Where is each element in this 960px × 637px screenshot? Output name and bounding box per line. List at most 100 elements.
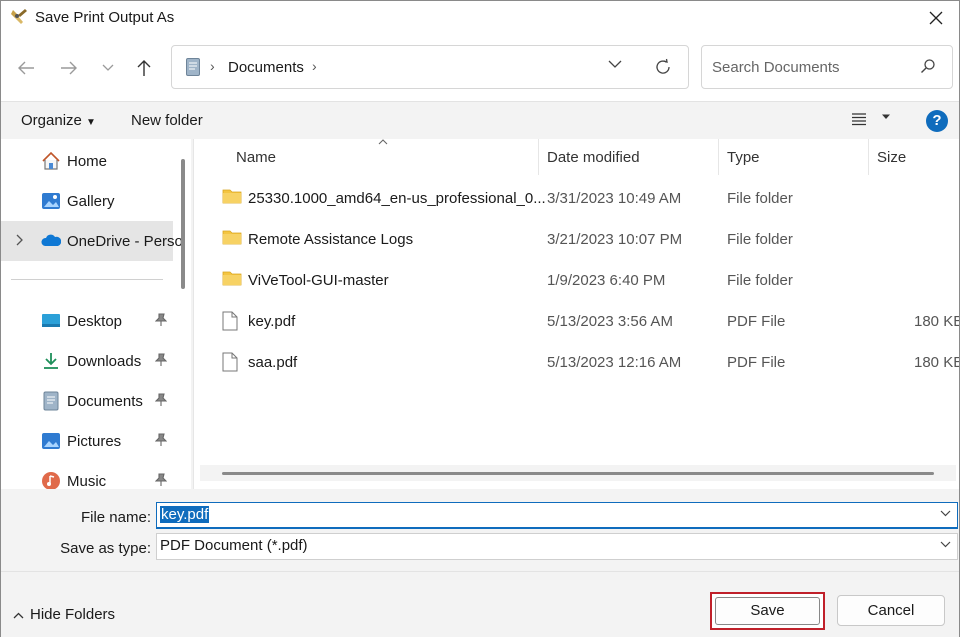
new-folder-button[interactable]: New folder xyxy=(131,112,203,129)
title-bar: Save Print Output As xyxy=(1,1,959,35)
file-name-input[interactable]: key.pdf xyxy=(156,502,958,529)
hide-folders-button[interactable]: Hide Folders xyxy=(13,606,115,623)
forward-button[interactable] xyxy=(56,55,82,81)
folder-icon xyxy=(222,230,242,245)
column-header-type[interactable]: Type xyxy=(719,139,869,175)
column-header-label: Date modified xyxy=(547,149,640,166)
breadcrumb-documents[interactable]: Documents xyxy=(228,59,304,76)
folder-icon xyxy=(222,271,242,286)
file-icon xyxy=(222,352,238,372)
command-bar: Organize ▼ New folder ? xyxy=(1,101,959,139)
folder-icon xyxy=(222,189,242,204)
save-button-highlight: Save xyxy=(710,592,825,630)
app-icon xyxy=(11,9,27,24)
help-button[interactable]: ? xyxy=(926,110,948,132)
file-row[interactable]: Remote Assistance Logs 3/21/2023 10:07 P… xyxy=(194,219,959,260)
pin-icon[interactable] xyxy=(155,473,167,487)
column-header-label: Size xyxy=(877,149,907,166)
breadcrumb-chevron-icon: › xyxy=(210,58,215,74)
nav-divider xyxy=(11,279,163,280)
nav-item-documents[interactable]: Documents xyxy=(1,381,173,421)
navigation-bar: › Documents › Search Documents xyxy=(1,35,959,101)
column-header-date[interactable]: Date modified xyxy=(539,139,719,175)
arrow-up-icon xyxy=(137,60,151,76)
file-name-label: File name: xyxy=(80,509,151,526)
caret-down-icon: ▼ xyxy=(86,117,96,128)
file-type: File folder xyxy=(727,190,793,207)
search-input[interactable]: Search Documents xyxy=(701,45,953,89)
file-row[interactable]: ViVeTool-GUI-master 1/9/2023 6:40 PM Fil… xyxy=(194,260,959,301)
nav-item-label: Music xyxy=(67,473,107,489)
file-icon xyxy=(222,311,238,331)
column-header-size[interactable]: Size xyxy=(869,139,959,175)
close-button[interactable] xyxy=(913,1,959,35)
window-title: Save Print Output As xyxy=(35,9,175,26)
breadcrumb-chevron-icon[interactable]: › xyxy=(312,58,317,74)
file-date: 3/31/2023 10:49 AM xyxy=(547,190,682,207)
arrow-right-icon xyxy=(61,61,77,75)
up-button[interactable] xyxy=(131,55,157,81)
file-size: 180 KB xyxy=(914,354,959,371)
pin-icon[interactable] xyxy=(155,393,167,407)
nav-item-label: Desktop xyxy=(67,313,123,330)
caret-down-icon[interactable] xyxy=(881,114,891,120)
organize-menu[interactable]: Organize ▼ xyxy=(21,112,96,129)
nav-item-label: Pictures xyxy=(67,433,122,450)
close-icon xyxy=(929,11,943,25)
file-row[interactable]: saa.pdf 5/13/2023 12:16 AM PDF File 180 … xyxy=(194,342,959,383)
chevron-down-icon xyxy=(102,64,114,71)
file-name: 25330.1000_amd64_en-us_professional_0... xyxy=(248,190,546,207)
nav-item-desktop[interactable]: Desktop xyxy=(1,301,173,341)
dialog-footer: Hide Folders Save Cancel xyxy=(1,571,959,637)
save-dialog: Save Print Output As › Documents › Searc… xyxy=(0,0,960,637)
pin-icon[interactable] xyxy=(155,313,167,327)
nav-item-gallery[interactable]: Gallery xyxy=(1,181,173,221)
search-placeholder: Search Documents xyxy=(712,59,840,76)
chevron-down-icon[interactable] xyxy=(608,60,622,69)
desktop-icon xyxy=(42,314,60,327)
file-name: saa.pdf xyxy=(248,354,298,371)
address-bar[interactable]: › Documents › xyxy=(171,45,689,89)
downloads-icon xyxy=(44,353,58,369)
file-row[interactable]: key.pdf 5/13/2023 3:56 AM PDF File 180 K… xyxy=(194,301,959,342)
refresh-icon[interactable] xyxy=(654,58,672,76)
column-header-label: Name xyxy=(236,149,277,166)
chevron-down-icon[interactable] xyxy=(940,510,951,517)
file-type: File folder xyxy=(727,231,793,248)
file-list: Name Date modified Type Size 25330.1000_… xyxy=(193,139,959,489)
file-size: 180 KB xyxy=(914,313,959,330)
nav-item-music[interactable]: Music xyxy=(1,461,173,489)
pin-icon[interactable] xyxy=(155,353,167,367)
file-type: File folder xyxy=(727,272,793,289)
save-button[interactable]: Save xyxy=(715,597,820,625)
nav-item-downloads[interactable]: Downloads xyxy=(1,341,173,381)
nav-scrollbar[interactable] xyxy=(181,159,185,289)
chevron-down-icon[interactable] xyxy=(940,541,951,548)
chevron-right-icon[interactable] xyxy=(15,233,25,247)
recent-locations-button[interactable] xyxy=(95,55,121,81)
column-header-label: Type xyxy=(727,149,760,166)
scrollbar-thumb[interactable] xyxy=(222,472,934,475)
cancel-button[interactable]: Cancel xyxy=(837,595,945,626)
nav-item-label: Gallery xyxy=(67,193,115,210)
nav-item-pictures[interactable]: Pictures xyxy=(1,421,173,461)
save-type-label: Save as type: xyxy=(60,540,151,557)
nav-item-home[interactable]: Home xyxy=(1,141,173,181)
column-header-name[interactable]: Name xyxy=(194,139,538,175)
documents-icon xyxy=(43,391,59,411)
file-row[interactable]: 25330.1000_amd64_en-us_professional_0...… xyxy=(194,178,959,219)
documents-icon xyxy=(186,58,200,76)
file-date: 1/9/2023 6:40 PM xyxy=(547,272,666,289)
save-type-select[interactable]: PDF Document (*.pdf) xyxy=(156,533,958,560)
nav-item-onedrive[interactable]: OneDrive - Perso xyxy=(1,221,183,261)
file-type: PDF File xyxy=(727,313,786,330)
navigation-pane: Home Gallery OneDrive - Perso Desktop Do… xyxy=(1,139,191,489)
file-name: key.pdf xyxy=(248,313,296,330)
nav-item-label: Downloads xyxy=(67,353,142,370)
pin-icon[interactable] xyxy=(155,433,167,447)
view-list-icon[interactable] xyxy=(851,112,867,126)
gallery-icon xyxy=(42,193,60,209)
horizontal-scrollbar[interactable] xyxy=(200,465,956,481)
back-button[interactable] xyxy=(13,55,39,81)
file-name: ViVeTool-GUI-master xyxy=(248,272,389,289)
